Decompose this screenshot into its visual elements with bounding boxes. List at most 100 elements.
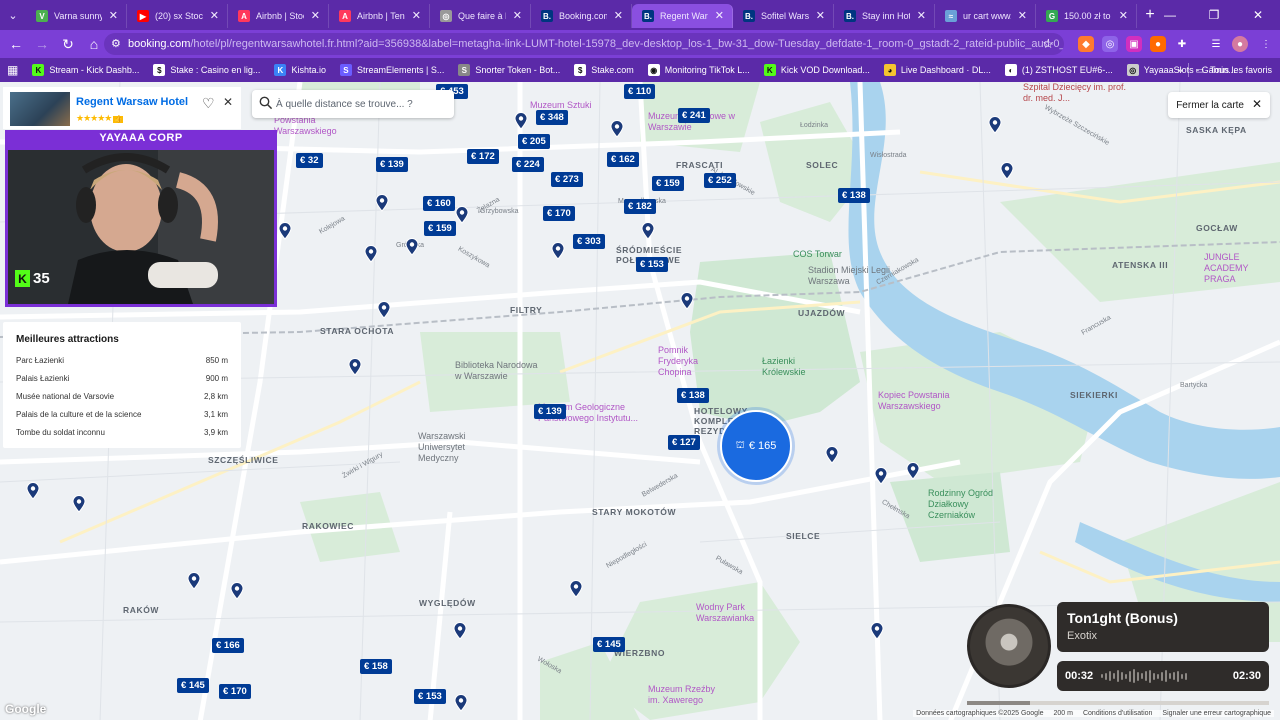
price-marker[interactable]: € 145 xyxy=(177,678,209,693)
hotel-name[interactable]: Regent Warsaw Hotel xyxy=(76,96,188,108)
hotel-card[interactable]: Regent Warsaw Hotel ★★★★★ 👍 ♡ ✕ xyxy=(3,87,241,129)
price-marker[interactable]: € 138 xyxy=(838,188,870,203)
poi-label[interactable]: Pomnik Fryderyka Chopina xyxy=(658,345,720,378)
all-bookmarks-link[interactable]: Tous les favoris xyxy=(1210,65,1272,75)
poi-label[interactable]: Muzeum Rzeźby im. Xawerego xyxy=(648,684,718,706)
hotel-pin-icon[interactable] xyxy=(874,467,888,485)
reload-button[interactable]: ↻ xyxy=(56,32,80,56)
hotel-pin-icon[interactable] xyxy=(870,622,884,640)
tab-close-icon[interactable]: ✕ xyxy=(109,9,118,22)
bookmark-0[interactable]: K Stream - Kick Dashb... xyxy=(25,60,146,80)
menu-dots-icon[interactable]: ⋮ xyxy=(1258,36,1274,52)
hotel-pin-icon[interactable] xyxy=(906,462,920,480)
back-button[interactable]: ← xyxy=(4,32,28,56)
price-marker[interactable]: € 170 xyxy=(219,684,251,699)
hotel-pin-icon[interactable] xyxy=(680,292,694,310)
selected-hotel-marker[interactable]: ⛫ € 165 xyxy=(720,410,792,482)
price-marker[interactable]: € 145 xyxy=(593,637,625,652)
tab-8[interactable]: B. Stay inn Hotel ✕ xyxy=(834,4,935,28)
hotel-pin-icon[interactable] xyxy=(375,194,389,212)
terms-link[interactable]: Conditions d'utilisation xyxy=(1083,710,1152,717)
hotel-pin-icon[interactable] xyxy=(641,222,655,240)
extension-orange-icon[interactable]: ● xyxy=(1150,36,1166,52)
price-marker[interactable]: € 159 xyxy=(652,176,684,191)
tab-close-icon[interactable]: ✕ xyxy=(412,9,421,22)
extension-swirl-icon[interactable]: ◎ xyxy=(1102,36,1118,52)
tab-close-icon[interactable]: ✕ xyxy=(1119,9,1128,22)
hotel-pin-icon[interactable] xyxy=(569,580,583,598)
attraction-row[interactable]: Parc Łazienki 850 m xyxy=(16,356,228,370)
hotel-pin-icon[interactable] xyxy=(278,222,292,240)
hotel-pin-icon[interactable] xyxy=(405,238,419,256)
home-button[interactable]: ⌂ xyxy=(82,32,106,56)
tab-4[interactable]: ◎ Que faire à Pra ✕ xyxy=(430,4,531,28)
hotel-pin-icon[interactable] xyxy=(187,572,201,590)
hotel-pin-icon[interactable] xyxy=(514,112,528,130)
tab-close-icon[interactable]: ✕ xyxy=(917,9,926,22)
price-marker[interactable]: € 153 xyxy=(414,689,446,704)
price-marker[interactable]: € 32 xyxy=(296,153,323,168)
price-marker[interactable]: € 127 xyxy=(668,435,700,450)
price-marker[interactable]: € 162 xyxy=(607,152,639,167)
close-window-button[interactable]: ✕ xyxy=(1236,0,1280,30)
site-info-icon[interactable]: ⚙ xyxy=(111,37,121,50)
tab-search-icon[interactable]: ⌄ xyxy=(0,0,26,30)
tab-3[interactable]: A Airbnb | Tener ✕ xyxy=(329,4,430,28)
price-marker[interactable]: € 158 xyxy=(360,659,392,674)
attraction-row[interactable]: Musée national de Varsovie 2,8 km xyxy=(16,392,228,406)
address-bar[interactable]: ⚙ booking.com/hotel/pl/regentwarsawhotel… xyxy=(104,33,1064,55)
hotel-pin-icon[interactable] xyxy=(72,495,86,513)
tab-close-icon[interactable]: ✕ xyxy=(210,9,219,22)
price-marker[interactable]: € 182 xyxy=(624,199,656,214)
bookmarks-overflow-icon[interactable]: » xyxy=(1177,65,1182,75)
hotel-pin-icon[interactable] xyxy=(26,482,40,500)
hotel-pin-icon[interactable] xyxy=(551,242,565,260)
price-marker[interactable]: € 138 xyxy=(677,388,709,403)
profile-avatar[interactable]: ● xyxy=(1232,36,1248,52)
price-marker[interactable]: € 273 xyxy=(551,172,583,187)
hotel-pin-icon[interactable] xyxy=(364,245,378,263)
tab-close-icon[interactable]: ✕ xyxy=(816,9,825,22)
price-marker[interactable]: € 166 xyxy=(212,638,244,653)
price-marker[interactable]: € 252 xyxy=(704,173,736,188)
tab-close-icon[interactable]: ✕ xyxy=(1018,9,1027,22)
poi-label[interactable]: Szpital Dziecięcy im. prof. dr. med. J..… xyxy=(1023,82,1131,104)
hotel-pin-icon[interactable] xyxy=(825,446,839,464)
price-marker[interactable]: € 160 xyxy=(423,196,455,211)
hotel-pin-icon[interactable] xyxy=(610,120,624,138)
hotel-pin-icon[interactable] xyxy=(230,582,244,600)
distance-search-input[interactable]: À quelle distance se trouve... ? xyxy=(252,90,454,118)
price-marker[interactable]: € 205 xyxy=(518,134,550,149)
bookmark-6[interactable]: ◉ Monitoring TikTok L... xyxy=(641,60,757,80)
forward-button[interactable]: → xyxy=(30,32,54,56)
poi-label[interactable]: Wodny Park Warszawianka xyxy=(696,602,766,624)
bookmark-2[interactable]: K Kishta.io xyxy=(267,60,333,80)
heart-icon[interactable]: ♡ xyxy=(202,95,215,112)
attraction-row[interactable]: Palais de la culture et de la science 3,1… xyxy=(16,410,228,424)
bookmark-1[interactable]: $ Stake : Casino en lig... xyxy=(146,60,267,80)
hotel-pin-icon[interactable] xyxy=(455,206,469,224)
price-marker[interactable]: € 110 xyxy=(624,84,656,99)
price-marker[interactable]: € 170 xyxy=(543,206,575,221)
poi-label[interactable]: Biblioteka Narodowa w Warszawie xyxy=(455,360,545,382)
maximize-button[interactable]: ❐ xyxy=(1192,0,1236,30)
tab-9[interactable]: ≈ ur cart www.pu ✕ xyxy=(935,4,1036,28)
price-marker[interactable]: € 348 xyxy=(536,110,568,125)
tab-close-icon[interactable]: ✕ xyxy=(715,9,724,22)
tab-1[interactable]: ▶ (20) sx Stockho ✕ xyxy=(127,4,228,28)
bookmark-9[interactable]: ◐ (1) ZSTHOST EU#6-... xyxy=(998,60,1120,80)
hotel-pin-icon[interactable] xyxy=(348,358,362,376)
poi-label[interactable]: Warszawski Uniwersytet Medyczny xyxy=(418,431,496,464)
hotel-thumbnail[interactable] xyxy=(10,92,70,126)
price-marker[interactable]: € 241 xyxy=(678,108,710,123)
price-marker[interactable]: € 153 xyxy=(636,257,668,272)
poi-label[interactable]: COS Torwar xyxy=(793,249,853,260)
tab-close-icon[interactable]: ✕ xyxy=(311,9,320,22)
tab-5[interactable]: B. Booking.com: H ✕ xyxy=(531,4,632,28)
hotel-pin-icon[interactable] xyxy=(1000,162,1014,180)
poi-label[interactable]: Rodzinny Ogród Działkowy Czerniaków xyxy=(928,488,994,521)
bookmark-4[interactable]: S Snorter Token - Bot... xyxy=(451,60,567,80)
hotel-pin-icon[interactable] xyxy=(988,116,1002,134)
poi-label[interactable]: Łazienki Królewskie xyxy=(762,356,822,378)
hotel-pin-icon[interactable] xyxy=(377,301,391,319)
